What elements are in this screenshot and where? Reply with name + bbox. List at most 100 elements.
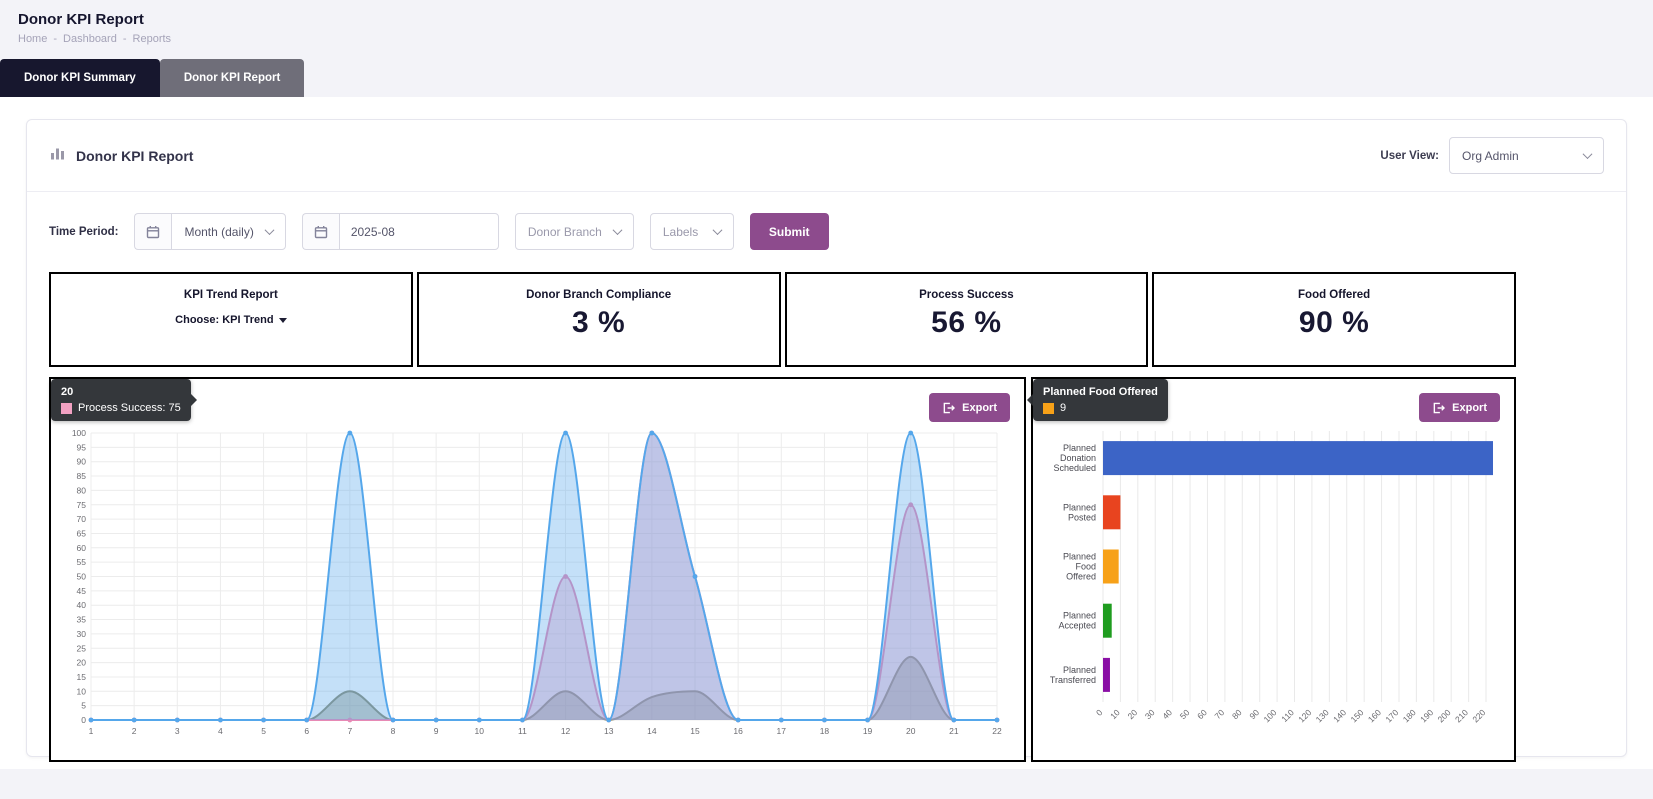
tooltip-title: Planned Food Offered [1043,386,1158,398]
svg-text:45: 45 [77,586,87,596]
export-button[interactable]: Export [929,393,1010,422]
breadcrumb-reports[interactable]: Reports [133,33,172,45]
kpi-trend-chart-panel: Export 051015202530354045505560657075808… [49,377,1026,762]
user-view: User View: Org Admin [1380,137,1604,174]
svg-text:40: 40 [1160,707,1174,721]
svg-text:90: 90 [1247,707,1261,721]
period-type-group: Month (daily) [134,213,285,250]
svg-text:0: 0 [81,715,86,725]
svg-text:40: 40 [77,600,87,610]
breadcrumb-home[interactable]: Home [18,33,47,45]
svg-text:95: 95 [77,442,87,452]
line-chart-tooltip: 20 Process Success: 75 [51,379,191,421]
svg-text:180: 180 [1401,707,1418,724]
planned-bar-chart[interactable]: 0102030405060708090100110120130140150160… [1041,425,1507,750]
page-title: Donor KPI Report [18,11,1635,28]
content: Donor KPI Report User View: Org Admin Ti… [0,97,1653,769]
tooltip-swatch [1043,403,1054,414]
svg-text:100: 100 [72,428,86,438]
svg-text:PlannedPosted: PlannedPosted [1063,502,1096,522]
svg-text:20: 20 [77,658,87,668]
svg-text:10: 10 [77,686,87,696]
svg-text:150: 150 [1348,707,1365,724]
submit-button[interactable]: Submit [750,213,829,250]
svg-text:22: 22 [992,726,1002,736]
breadcrumb-separator: - [123,33,127,45]
kpi-row: KPI Trend Report Choose: KPI Trend Donor… [49,272,1516,367]
kpi-value: 56 % [795,306,1139,340]
period-type-select[interactable]: Month (daily) [171,213,285,250]
svg-text:210: 210 [1453,707,1470,724]
tooltip-row: 9 [1043,402,1158,414]
charts-row: Export 051015202530354045505560657075808… [49,377,1516,762]
svg-text:75: 75 [77,500,87,510]
svg-text:11: 11 [518,726,527,736]
svg-text:7: 7 [347,726,352,736]
svg-text:13: 13 [604,726,614,736]
svg-text:90: 90 [77,457,87,467]
svg-text:5: 5 [261,726,266,736]
bar-chart-tooltip: Planned Food Offered 9 [1033,379,1168,421]
export-button-label: Export [1452,402,1487,414]
svg-text:18: 18 [820,726,830,736]
planned-bar-chart-panel: Export 010203040506070809010011012013014… [1031,377,1516,762]
svg-text:160: 160 [1366,707,1383,724]
filters-row: Time Period: Month (daily) Donor Branch [27,192,1626,268]
svg-text:21: 21 [949,726,959,736]
svg-text:PlannedAccepted: PlannedAccepted [1058,611,1096,631]
svg-text:60: 60 [77,543,87,553]
svg-text:4: 4 [218,726,223,736]
svg-text:PlannedDonationScheduled: PlannedDonationScheduled [1053,443,1096,473]
svg-text:140: 140 [1331,707,1348,724]
svg-text:2: 2 [132,726,137,736]
breadcrumb-dashboard[interactable]: Dashboard [63,33,117,45]
svg-text:110: 110 [1279,707,1296,724]
kpi-title: Donor Branch Compliance [427,289,771,301]
chevron-down-icon [612,225,622,235]
user-view-select[interactable]: Org Admin [1449,137,1604,174]
kpi-trend-dropdown[interactable]: Choose: KPI Trend [175,314,286,326]
svg-text:0: 0 [1094,707,1105,718]
caret-down-icon [279,318,287,323]
svg-text:30: 30 [77,629,87,639]
labels-select[interactable]: Labels [650,213,734,250]
kpi-trend-dropdown-label: Choose: KPI Trend [175,314,273,326]
tab-donor-kpi-report[interactable]: Donor KPI Report [160,59,304,97]
svg-text:85: 85 [77,471,87,481]
time-period-label: Time Period: [49,226,118,238]
kpi-value: 90 % [1162,306,1506,340]
chevron-down-icon [1583,149,1593,159]
tab-donor-kpi-summary[interactable]: Donor KPI Summary [0,59,160,97]
svg-text:9: 9 [434,726,439,736]
svg-text:220: 220 [1470,707,1487,724]
donor-branch-placeholder: Donor Branch [528,225,602,239]
svg-text:6: 6 [304,726,309,736]
svg-text:190: 190 [1418,707,1435,724]
svg-text:15: 15 [77,672,87,682]
export-icon [942,402,955,414]
svg-text:16: 16 [733,726,743,736]
export-button[interactable]: Export [1419,393,1500,422]
period-type-value: Month (daily) [184,225,253,239]
svg-text:17: 17 [777,726,787,736]
export-button-label: Export [962,402,997,414]
svg-text:10: 10 [475,726,485,736]
month-input[interactable] [339,213,499,250]
svg-text:80: 80 [1230,707,1244,721]
svg-text:8: 8 [391,726,396,736]
tooltip-text: Process Success: 75 [78,402,181,414]
svg-text:20: 20 [906,726,916,736]
kpi-box-donor-branch-compliance: Donor Branch Compliance 3 % [417,272,781,367]
card-title: Donor KPI Report [76,148,193,164]
svg-text:65: 65 [77,528,87,538]
kpi-trend-line-chart[interactable]: 0510152025303540455055606570758085909510… [61,425,1011,750]
svg-text:70: 70 [1213,707,1227,721]
breadcrumb: Home - Dashboard - Reports [18,33,1635,45]
calendar-icon [302,213,339,250]
kpi-title: Food Offered [1162,289,1506,301]
donor-branch-select[interactable]: Donor Branch [515,213,634,250]
kpi-value: 3 % [427,306,771,340]
svg-text:70: 70 [77,514,87,524]
svg-text:60: 60 [1195,707,1209,721]
svg-text:80: 80 [77,485,87,495]
